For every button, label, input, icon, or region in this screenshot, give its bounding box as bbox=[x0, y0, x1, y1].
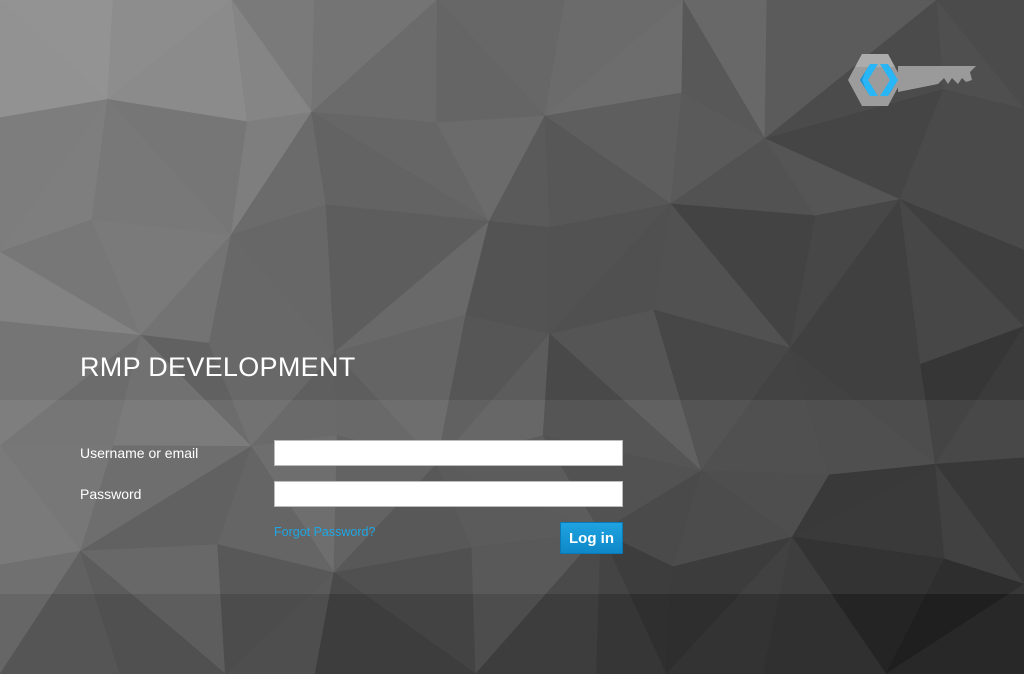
username-label: Username or email bbox=[80, 445, 199, 461]
realm-title: RMP DEVELOPMENT bbox=[80, 352, 356, 382]
keycloak-logo-icon bbox=[848, 54, 976, 106]
login-form: Username or email Password Forgot Passwo… bbox=[0, 400, 1024, 594]
login-button[interactable]: Log in bbox=[560, 522, 623, 554]
password-label: Password bbox=[80, 486, 142, 502]
forgot-password-link[interactable]: Forgot Password? bbox=[274, 525, 375, 539]
password-input[interactable] bbox=[274, 481, 623, 507]
username-input[interactable] bbox=[274, 440, 623, 466]
login-page: RMP DEVELOPMENT Username or email Passwo… bbox=[0, 0, 1024, 674]
